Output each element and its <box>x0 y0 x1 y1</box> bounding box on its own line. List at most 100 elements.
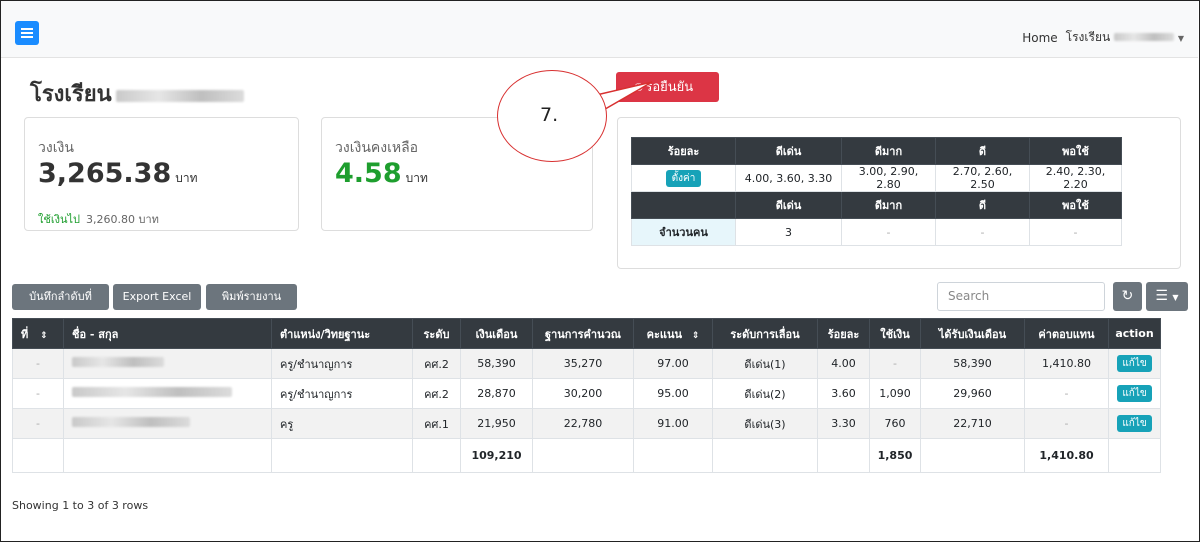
rate-header-cell: พอใช้ <box>1029 137 1122 165</box>
edit-button[interactable]: แก้ไข <box>1117 415 1152 432</box>
total-empty <box>633 438 713 473</box>
cell-no: - <box>12 378 64 409</box>
cell-received: 22,710 <box>920 408 1025 439</box>
cell-salary: 28,870 <box>460 378 533 409</box>
sort-icon: ⇕ <box>691 330 700 341</box>
cell-action: แก้ไข <box>1108 378 1161 409</box>
cell-percent: 4.00 <box>817 348 870 379</box>
count-label: จำนวนคน <box>631 218 736 246</box>
totals-row: 109,210 1,850 1,410.80 <box>12 438 1161 473</box>
cell-score: 97.00 <box>633 348 713 379</box>
redacted-name <box>72 357 164 367</box>
total-empty <box>412 438 461 473</box>
export-excel-button[interactable]: Export Excel <box>113 284 201 310</box>
pagination-info: Showing 1 to 3 of 3 rows <box>12 499 149 512</box>
total-empty <box>63 438 272 473</box>
col-compensation: ค่าตอบแทน <box>1024 318 1109 349</box>
rate-header-cell: ร้อยละ <box>631 137 736 165</box>
col-percent: ร้อยละ <box>817 318 870 349</box>
total-empty <box>920 438 1025 473</box>
cell-position: ครู <box>271 408 413 439</box>
cell-name <box>63 348 272 379</box>
cell-base: 35,270 <box>532 348 634 379</box>
col-action: action <box>1108 318 1161 349</box>
cell-position: ครู/ชำนาญการ <box>271 378 413 409</box>
col-used: ใช้เงิน <box>869 318 921 349</box>
cell-position: ครู/ชำนาญการ <box>271 348 413 379</box>
redacted-name <box>72 417 190 427</box>
col-name[interactable]: ชื่อ - สกุล <box>63 318 272 349</box>
col-salary: เงินเดือน <box>460 318 533 349</box>
cell-score: 95.00 <box>633 378 713 409</box>
total-compensation: 1,410.80 <box>1024 438 1109 473</box>
rate-percent-row: ตั้งค่า 4.00, 3.60, 3.30 3.00, 2.90, 2.8… <box>631 164 1122 192</box>
count-cell: - <box>1029 218 1122 246</box>
cell-name <box>63 408 272 439</box>
col-score-label: คะแนน <box>646 327 682 341</box>
cell-action: แก้ไข <box>1108 408 1161 439</box>
rate-table: ร้อยละ ดีเด่น ดีมาก ดี พอใช้ ตั้งค่า 4.0… <box>631 137 1122 246</box>
rate-header2-cell: พอใช้ <box>1029 191 1122 219</box>
cell-no: - <box>12 348 64 379</box>
rate-header-cell: ดี <box>935 137 1030 165</box>
table-row: - ครู/ชำนาญการ คศ.2 28,870 30,200 95.00 … <box>12 378 1161 409</box>
cell-no: - <box>12 408 64 439</box>
cell-compensation: 1,410.80 <box>1024 348 1109 379</box>
col-grade: ระดับการเลื่อน <box>712 318 818 349</box>
config-button[interactable]: ตั้งค่า <box>665 169 702 187</box>
rate-header2-empty <box>631 191 736 219</box>
columns-toggle-button[interactable]: ☰ ▼ <box>1146 282 1188 311</box>
total-empty <box>712 438 818 473</box>
cell-salary: 21,950 <box>460 408 533 439</box>
rate-header-cell: ดีมาก <box>841 137 936 165</box>
col-score[interactable]: คะแนน ⇕ <box>633 318 713 349</box>
cell-level: คศ.2 <box>412 348 461 379</box>
rate-percent-cell: 2.40, 2.30, 2.20 <box>1029 164 1122 192</box>
rate-header2-cell: ดีมาก <box>841 191 936 219</box>
rate-header2-row: ดีเด่น ดีมาก ดี พอใช้ <box>631 191 1122 219</box>
cell-used: 1,090 <box>869 378 921 409</box>
cell-received: 29,960 <box>920 378 1025 409</box>
rate-header-row: ร้อยละ ดีเด่น ดีมาก ดี พอใช้ <box>631 137 1122 165</box>
col-base: ฐานการคำนวณ <box>532 318 634 349</box>
edit-button[interactable]: แก้ไข <box>1117 385 1152 402</box>
table-header-row: ที่ ⇕ ชื่อ - สกุล ตำแหน่ง/วิทยฐานะ ระดับ… <box>12 318 1161 349</box>
rate-header2-cell: ดีเด่น <box>735 191 842 219</box>
cell-grade: ดีเด่น(3) <box>712 408 818 439</box>
table-row: - ครู/ชำนาญการ คศ.2 58,390 35,270 97.00 … <box>12 348 1161 379</box>
print-report-button[interactable]: พิมพ์รายงาน <box>206 284 297 310</box>
total-salary: 109,210 <box>460 438 533 473</box>
cell-used: - <box>869 348 921 379</box>
sort-icon: ⇕ <box>40 330 48 341</box>
cell-compensation: - <box>1024 378 1109 409</box>
count-cell: 3 <box>735 218 842 246</box>
total-empty <box>1108 438 1161 473</box>
rate-header2-cell: ดี <box>935 191 1030 219</box>
col-no[interactable]: ที่ ⇕ <box>12 318 64 349</box>
annotation-number: 7. <box>540 104 559 126</box>
cell-percent: 3.30 <box>817 408 870 439</box>
rate-percent-cell: 2.70, 2.60, 2.50 <box>935 164 1030 192</box>
save-order-button[interactable]: บันทึกลำดับที่ <box>12 284 109 310</box>
cell-salary: 58,390 <box>460 348 533 379</box>
search-input[interactable]: Search <box>937 282 1105 311</box>
rate-count-row: จำนวนคน 3 - - - <box>631 218 1122 246</box>
col-no-label: ที่ <box>21 327 29 341</box>
cell-compensation: - <box>1024 408 1109 439</box>
cell-percent: 3.60 <box>817 378 870 409</box>
rate-config-cell: ตั้งค่า <box>631 164 736 192</box>
cell-received: 58,390 <box>920 348 1025 379</box>
col-received: ได้รับเงินเดือน <box>920 318 1025 349</box>
redacted-name <box>72 387 232 397</box>
count-cell: - <box>841 218 936 246</box>
total-empty <box>271 438 413 473</box>
edit-button[interactable]: แก้ไข <box>1117 355 1152 372</box>
results-table: ที่ ⇕ ชื่อ - สกุล ตำแหน่ง/วิทยฐานะ ระดับ… <box>12 318 1161 473</box>
total-empty <box>532 438 634 473</box>
cell-used: 760 <box>869 408 921 439</box>
count-cell: - <box>935 218 1030 246</box>
col-position: ตำแหน่ง/วิทยฐานะ <box>271 318 413 349</box>
refresh-icon[interactable]: ↻ <box>1113 282 1142 311</box>
table-row: - ครู คศ.1 21,950 22,780 91.00 ดีเด่น(3)… <box>12 408 1161 439</box>
cell-grade: ดีเด่น(2) <box>712 378 818 409</box>
